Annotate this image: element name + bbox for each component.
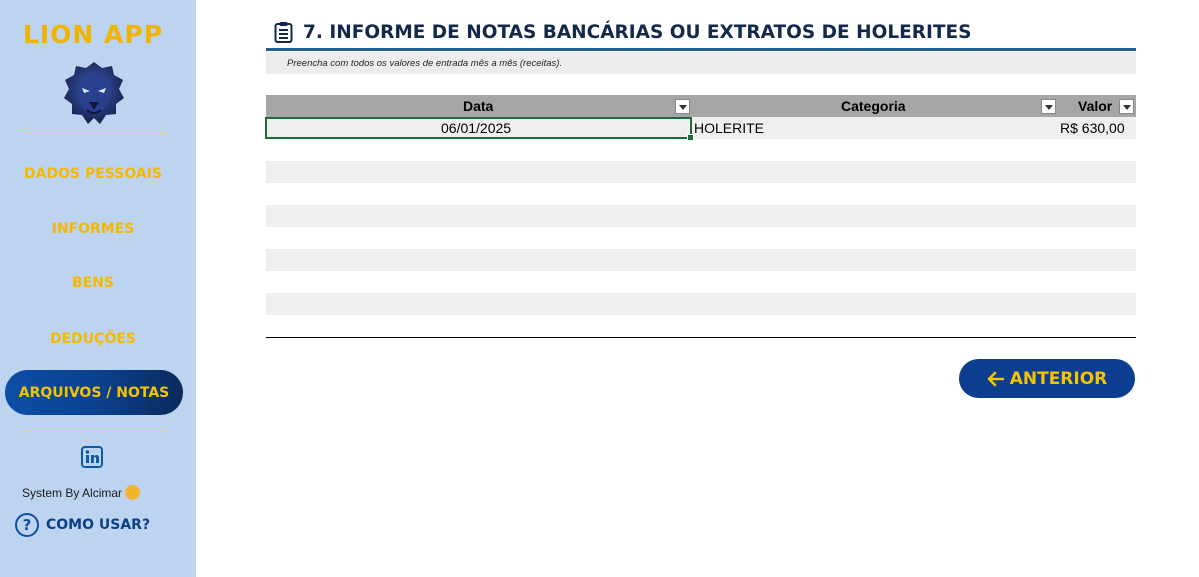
nav-dados-pessoais[interactable]: DADOS PESSOAIS [0, 166, 186, 182]
system-by-label: System By Alcimar [22, 486, 123, 500]
lion-logo [64, 62, 124, 124]
cell-valor[interactable]: R$ 630,00 [1060, 120, 1125, 136]
hug-emoji-icon [125, 485, 141, 500]
sidebar-divider-bottom [22, 431, 168, 432]
nav-bens[interactable]: BENS [0, 275, 186, 291]
help-icon: ? [15, 513, 39, 537]
nav-informes[interactable]: INFORMES [0, 221, 186, 237]
table-bottom-rule [266, 337, 1136, 338]
table-row[interactable] [266, 205, 1136, 227]
hint-text: Preencha com todos os valores de entrada… [266, 52, 1136, 74]
page-title: 7. INFORME DE NOTAS BANCÁRIAS OU EXTRATO… [303, 21, 972, 43]
nav-deducoes[interactable]: DEDUÇÕES [0, 331, 186, 347]
how-to-use-label: COMO USAR? [46, 517, 151, 533]
previous-button[interactable]: ANTERIOR [959, 359, 1135, 398]
header-data: Data [463, 98, 494, 114]
sidebar-divider [22, 133, 168, 134]
filter-data-dropdown[interactable] [675, 99, 690, 114]
previous-button-label: ANTERIOR [1009, 368, 1108, 389]
how-to-use-link[interactable]: ? COMO USAR? [15, 513, 150, 537]
title-underline [266, 48, 1136, 51]
clipboard-icon [274, 22, 293, 43]
table-row[interactable] [266, 139, 1136, 161]
header-categoria: Categoria [841, 98, 906, 114]
linkedin-icon[interactable] [81, 446, 103, 468]
table-header: Data Categoria Valor [266, 95, 1136, 117]
table-row[interactable] [266, 271, 1136, 293]
table-row[interactable]: 06/01/2025 HOLERITE R$ 630,00 [265, 117, 1136, 141]
nav-arquivos-notas-label: ARQUIVOS / NOTAS [18, 384, 170, 401]
header-valor: Valor [1078, 98, 1113, 114]
table-row[interactable] [266, 183, 1136, 205]
filter-categoria-dropdown[interactable] [1041, 99, 1056, 114]
table-row[interactable] [266, 227, 1136, 249]
cell-data[interactable]: 06/01/2025 [441, 120, 511, 136]
cell-categoria[interactable]: HOLERITE [694, 120, 764, 136]
app-brand: LION APP [22, 20, 164, 49]
table-row[interactable] [266, 249, 1136, 271]
nav-arquivos-notas[interactable]: ARQUIVOS / NOTAS [5, 370, 183, 415]
system-by-text: System By Alcimar [22, 485, 141, 500]
arrow-left-icon [987, 371, 1005, 386]
sidebar: LION APP DADOS PESSOAIS INFORMES BENS DE… [0, 0, 196, 577]
table-row[interactable] [266, 161, 1136, 183]
filter-valor-dropdown[interactable] [1119, 99, 1134, 114]
table-row[interactable] [266, 293, 1136, 315]
receipts-table: Data Categoria Valor 06/01/2025 HOLERITE… [265, 95, 1136, 315]
page-header: 7. INFORME DE NOTAS BANCÁRIAS OU EXTRATO… [274, 21, 971, 43]
